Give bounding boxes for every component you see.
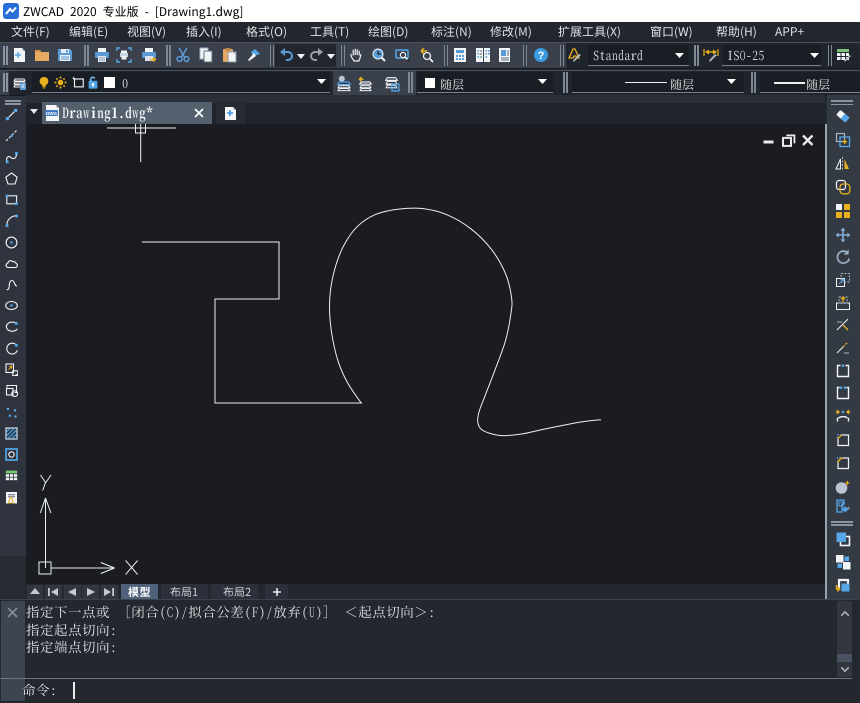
svg-text:DWG: DWG — [46, 111, 57, 116]
svg-text:?: ? — [538, 50, 545, 62]
